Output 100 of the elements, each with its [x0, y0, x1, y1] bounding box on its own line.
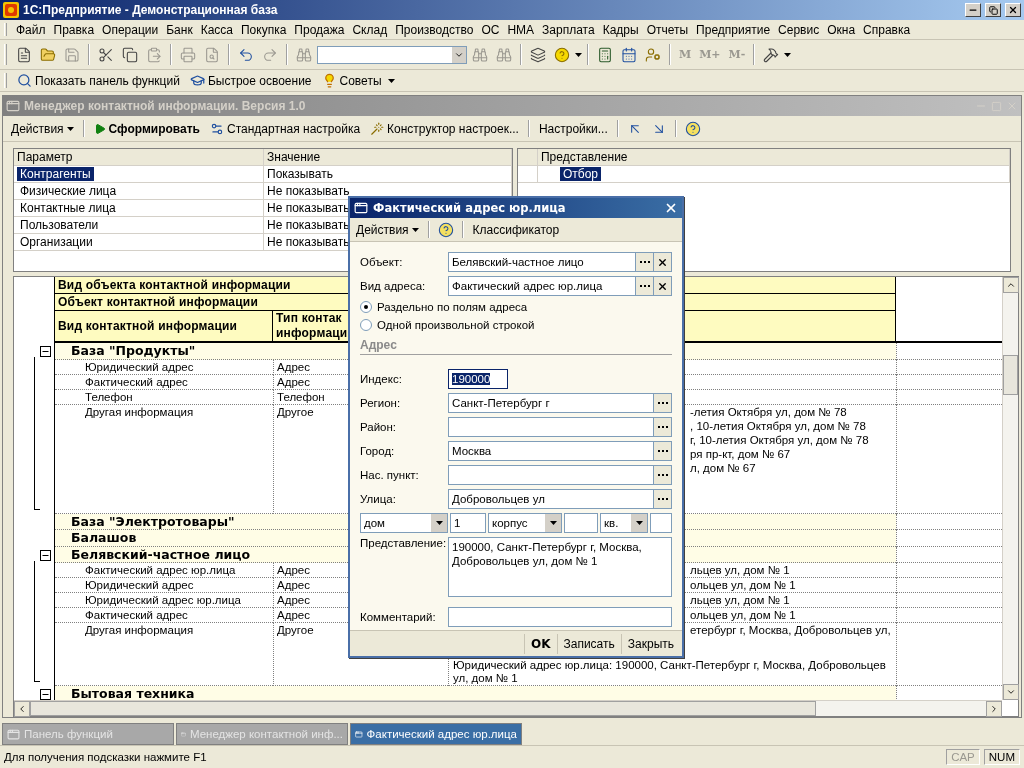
window-icon — [7, 727, 20, 741]
text-field[interactable]: 1 — [450, 513, 486, 533]
search-field[interactable] — [317, 45, 467, 64]
close-icon[interactable] — [664, 201, 678, 215]
more-icon — [639, 260, 650, 264]
vertical-scrollbar[interactable] — [1002, 277, 1018, 700]
dropdown-field[interactable]: дом — [360, 513, 448, 533]
parameter-value[interactable]: Показывать — [264, 166, 512, 182]
dialog-button[interactable]: Записать — [556, 633, 621, 654]
classifier-button[interactable]: Классификатор — [468, 222, 564, 237]
hammer-icon[interactable] — [763, 46, 780, 63]
open-folder-icon[interactable] — [40, 46, 56, 63]
parameter-name[interactable]: Организации — [17, 235, 96, 249]
menu-item[interactable]: Кадры — [599, 22, 642, 37]
minimize-button[interactable] — [965, 3, 981, 17]
text-field[interactable] — [650, 513, 672, 533]
text-field[interactable] — [448, 417, 654, 437]
text-field[interactable]: Санкт-Петербург г — [448, 393, 654, 413]
menu-item[interactable]: Касса — [197, 22, 236, 37]
scissors-icon[interactable] — [98, 46, 114, 63]
more-icon — [657, 449, 668, 453]
dropdown-field[interactable]: кв. — [600, 513, 648, 533]
menu-item[interactable]: НМА — [504, 22, 538, 37]
undo-icon[interactable] — [238, 46, 254, 63]
presentation-field[interactable]: 190000, Санкт-Петербург г, Москва, Добровольцев ул, дом № 1 — [448, 537, 672, 597]
text-field[interactable]: 190000 — [448, 369, 508, 389]
parameter-name[interactable]: Контрагенты — [17, 167, 94, 181]
menu-item[interactable]: Окна — [824, 22, 859, 37]
dropdown-field[interactable]: корпус — [488, 513, 562, 533]
menu-item[interactable]: Зарплата — [539, 22, 598, 37]
menu-item[interactable]: Отчеты — [643, 22, 692, 37]
clear-button[interactable] — [654, 252, 672, 272]
collapse-icon[interactable] — [40, 689, 51, 700]
parameter-name[interactable]: Физические лица — [17, 184, 120, 198]
menu-item[interactable]: Предприятие — [693, 22, 774, 37]
select-button[interactable] — [654, 393, 672, 413]
calendar-icon[interactable] — [621, 46, 637, 63]
function-panel-button[interactable]: Показать панель функций — [13, 73, 184, 88]
collapse-icon[interactable] — [40, 549, 51, 561]
generate-button[interactable]: Сформировать — [89, 121, 204, 136]
menu-item[interactable]: Справка — [860, 22, 914, 37]
actions-menu[interactable]: Действия — [352, 222, 423, 237]
actions-menu[interactable]: Действия — [7, 121, 78, 136]
text-field[interactable]: Добровольцев ул — [448, 489, 654, 509]
select-button[interactable] — [654, 441, 672, 461]
select-button[interactable] — [654, 489, 672, 509]
menu-item[interactable]: Банк — [163, 22, 196, 37]
column-header: Представление — [538, 149, 1010, 165]
parameter-name[interactable]: Пользователи — [17, 218, 102, 232]
tips-button[interactable]: Советы — [317, 73, 386, 88]
dialog-button[interactable]: OK — [524, 633, 557, 654]
new-document-icon[interactable] — [16, 46, 32, 63]
reference-field[interactable]: Белявский-частное лицо — [448, 252, 636, 272]
help-icon[interactable] — [684, 120, 701, 137]
close-button[interactable] — [1005, 3, 1021, 17]
text-field[interactable] — [448, 465, 654, 485]
text-field[interactable] — [564, 513, 598, 533]
settings-builder-button[interactable]: Конструктор настроек... — [366, 121, 523, 136]
calculator-icon[interactable] — [597, 46, 613, 63]
scroll-left-icon — [17, 704, 27, 714]
windows-icon[interactable] — [530, 46, 546, 63]
reference-field[interactable]: Фактический адрес юр.лица — [448, 276, 636, 296]
menu-item[interactable]: Покупка — [238, 22, 290, 37]
quick-learning-button[interactable]: Быстрое освоение — [185, 73, 316, 88]
caret-icon — [66, 126, 74, 131]
address-text: льцев ул, дом № 1 — [690, 563, 791, 577]
select-button[interactable] — [636, 252, 654, 272]
help-icon[interactable] — [554, 46, 570, 63]
clear-button[interactable] — [654, 276, 672, 296]
user-icon[interactable] — [645, 46, 661, 63]
caret-icon — [435, 521, 443, 525]
menu-item[interactable]: Продажа — [291, 22, 348, 37]
taskbar-tab[interactable]: Фактический адрес юр.лица — [350, 723, 522, 745]
menu-item[interactable]: Склад — [349, 22, 391, 37]
copy-icon[interactable] — [122, 46, 138, 63]
standard-settings-button[interactable]: Стандартная настройка — [206, 121, 365, 136]
collapse-icon[interactable] — [40, 346, 51, 357]
menu-item[interactable]: ОС — [478, 22, 503, 37]
select-button[interactable] — [654, 465, 672, 485]
parameter-name[interactable]: Контактные лица — [17, 201, 119, 215]
caret-icon — [784, 52, 792, 57]
horizontal-scrollbar[interactable] — [14, 700, 1002, 716]
menu-item[interactable]: Сервис — [775, 22, 823, 37]
settings-button[interactable]: Настройки... — [534, 121, 612, 136]
text-field[interactable]: Москва — [448, 441, 654, 461]
scroll-down-icon — [1006, 687, 1016, 697]
select-button[interactable] — [654, 417, 672, 437]
dialog-button[interactable]: Закрыть — [620, 633, 680, 654]
restore-button[interactable] — [985, 3, 1001, 17]
menu-item[interactable]: Операции — [99, 22, 162, 37]
scroll-thumb[interactable] — [30, 701, 816, 716]
menu-item[interactable]: Правка — [50, 22, 98, 37]
scroll-thumb[interactable] — [1003, 355, 1018, 395]
status-indicator: NUM — [983, 749, 1020, 765]
filter-item[interactable]: Отбор — [560, 167, 602, 181]
help-icon[interactable] — [437, 221, 454, 238]
comment-field[interactable] — [448, 607, 672, 627]
menu-item[interactable]: Файл — [13, 22, 49, 37]
select-button[interactable] — [636, 276, 654, 296]
menu-item[interactable]: Производство — [392, 22, 477, 37]
